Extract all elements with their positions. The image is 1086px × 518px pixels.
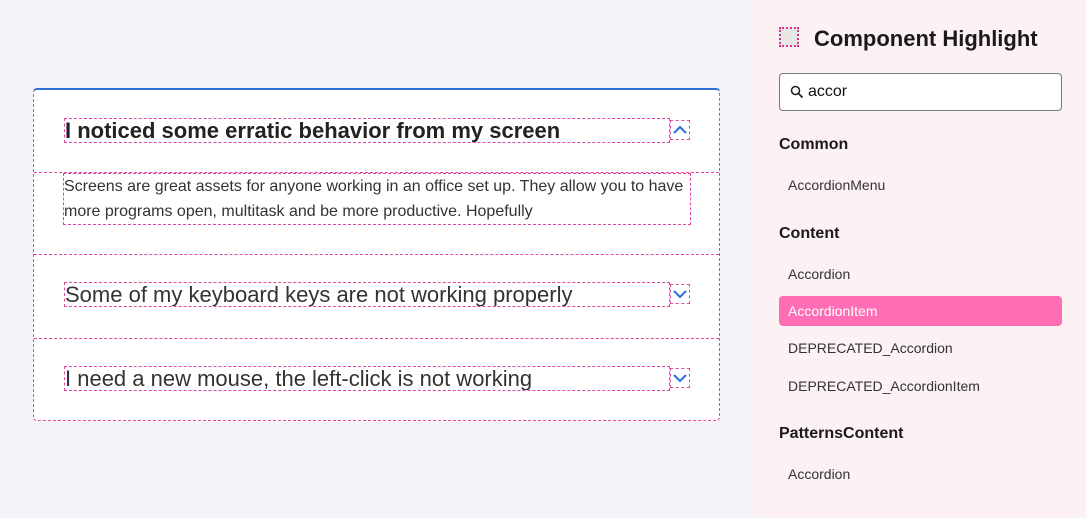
accordion-item-header[interactable]: I noticed some erratic behavior from my … — [64, 118, 691, 143]
component-highlight-panel: Component Highlight Common AccordionMenu… — [753, 0, 1086, 518]
list-item[interactable]: DEPRECATED_AccordionItem — [779, 371, 1062, 401]
accordion-item-header[interactable]: I need a new mouse, the left-click is no… — [64, 366, 691, 391]
group-title-patterns-content: PatternsContent — [779, 425, 904, 442]
accordion-item-title[interactable]: Some of my keyboard keys are not working… — [64, 282, 670, 307]
list-item[interactable]: DEPRECATED_Accordion — [779, 333, 1062, 363]
accordion-item-content: Screens are great assets for anyone work… — [63, 173, 691, 225]
highlight-icon — [779, 27, 799, 47]
group-title-content: Content — [779, 225, 840, 242]
accordion-item-header[interactable]: Some of my keyboard keys are not working… — [64, 282, 691, 307]
search-box[interactable] — [779, 73, 1062, 111]
accordion-item: I need a new mouse, the left-click is no… — [34, 339, 719, 421]
chevron-down-icon[interactable] — [670, 368, 690, 388]
accordion-item: I noticed some erratic behavior from my … — [34, 90, 719, 255]
chevron-up-icon[interactable] — [670, 120, 690, 140]
panel-title: Component Highlight — [814, 26, 1038, 51]
accordion-item-title[interactable]: I need a new mouse, the left-click is no… — [64, 366, 670, 391]
chevron-down-icon[interactable] — [670, 284, 690, 304]
search-input[interactable] — [808, 80, 1053, 104]
accordion-item: Some of my keyboard keys are not working… — [34, 255, 719, 339]
list-item[interactable]: AccordionMenu — [779, 170, 1062, 200]
accordion-item-title[interactable]: I noticed some erratic behavior from my … — [64, 118, 670, 143]
list-item[interactable]: Accordion — [779, 259, 1062, 289]
accordion-item-panel: Screens are great assets for anyone work… — [34, 172, 719, 255]
group-title-common: Common — [779, 136, 849, 153]
search-icon — [790, 85, 804, 99]
list-item[interactable]: Accordion — [779, 459, 1062, 489]
accordion: I noticed some erratic behavior from my … — [33, 88, 720, 421]
list-item-selected[interactable]: AccordionItem — [779, 296, 1062, 326]
